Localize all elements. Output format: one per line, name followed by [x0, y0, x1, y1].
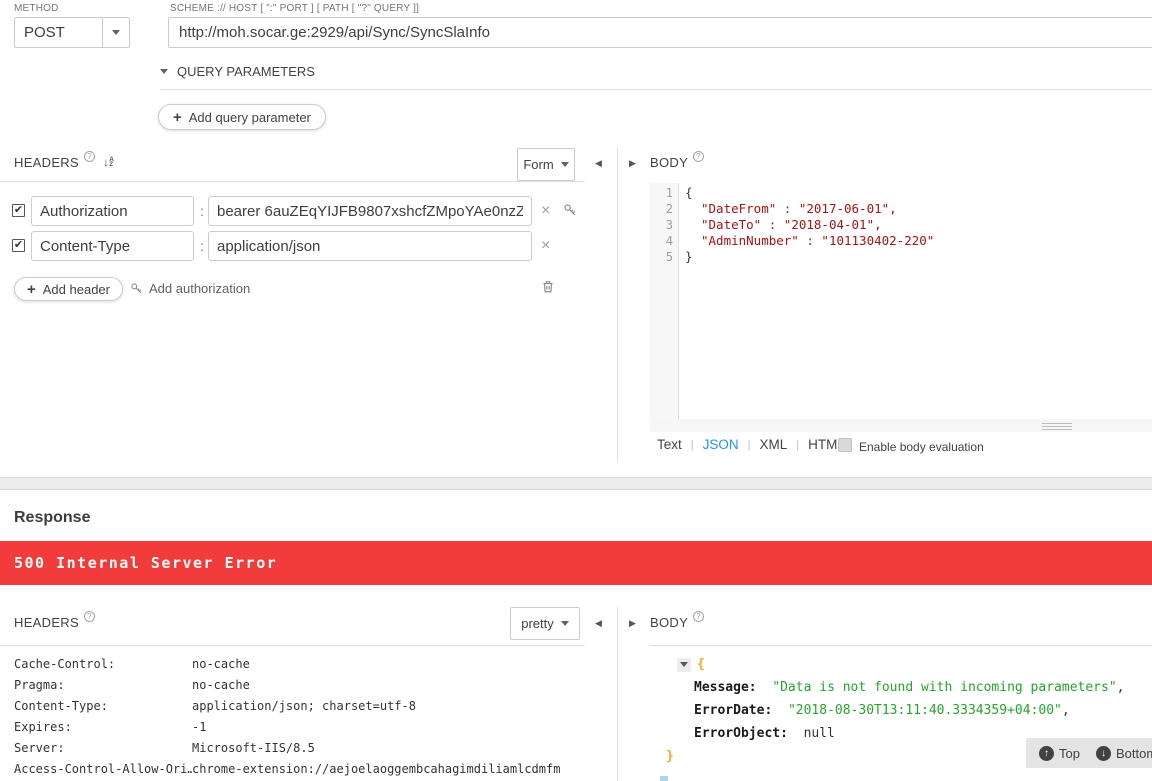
header-value-input[interactable]	[208, 231, 532, 261]
json-property-row: Message: "Data is not found with incomin…	[650, 676, 1124, 699]
response-header-row: Access-Control-Allow-Ori… chrome-extensi…	[14, 758, 560, 779]
response-view-mode-dropdown[interactable]: pretty	[510, 607, 580, 640]
query-section-divider	[160, 89, 1152, 90]
header-colon: :	[200, 203, 204, 219]
expand-right-panel-icon[interactable]: ▶	[629, 158, 636, 169]
headers-view-mode-value: Form	[523, 157, 553, 172]
url-scheme-label: SCHEME :// HOST [ ":" PORT ] [ PATH [ "?…	[170, 3, 419, 14]
collapse-left-panel-icon[interactable]: ◀	[595, 158, 602, 169]
query-parameters-toggle[interactable]: QUERY PARAMETERS	[160, 64, 315, 79]
tab-xml[interactable]: XML	[760, 437, 788, 452]
chevron-down-icon	[561, 621, 569, 626]
chevron-down-icon	[112, 30, 120, 35]
scroll-bottom-label: Bottom	[1116, 746, 1152, 761]
status-banner: 500 Internal Server Error	[0, 541, 1152, 585]
rest-client-screen: METHOD SCHEME :// HOST [ ":" PORT ] [ PA…	[0, 0, 1152, 781]
add-header-button[interactable]: + Add header	[14, 277, 123, 301]
expand-right-panel-icon[interactable]: ▶	[629, 618, 636, 629]
scroll-nav: ↑ Top ↓ Bottom	[1026, 738, 1152, 768]
headers-view-mode-dropdown[interactable]: Form	[517, 148, 575, 181]
query-parameters-label: QUERY PARAMETERS	[177, 64, 315, 79]
response-header-row: Server: Microsoft-IIS/8.5	[14, 737, 560, 758]
collapse-left-panel-icon[interactable]: ◀	[595, 618, 602, 629]
editor-resize-handle[interactable]	[1042, 423, 1072, 432]
response-headers-list: Cache-Control: no-cache Pragma: no-cache…	[14, 653, 560, 779]
json-collapse-toggle[interactable]	[677, 658, 691, 672]
json-open-row: {	[650, 653, 1124, 676]
response-view-mode-value: pretty	[521, 616, 554, 631]
plus-icon: +	[27, 281, 36, 298]
editor-code[interactable]: { "DateFrom" : "2017-06-01", "DateTo" : …	[679, 183, 1152, 419]
response-header-row: Expires: -1	[14, 716, 560, 737]
status-banner-text: 500 Internal Server Error	[14, 554, 277, 572]
editor-resize-strip	[650, 419, 1152, 432]
response-header-row: Content-Type: application/json; charset=…	[14, 695, 560, 716]
header-enabled-checkbox[interactable]: ✔	[12, 204, 25, 217]
method-dropdown-button[interactable]	[102, 18, 129, 47]
code-line: {	[685, 185, 1152, 201]
header-enabled-checkbox[interactable]: ✔	[12, 239, 25, 252]
code-line: }	[685, 249, 1152, 265]
panel-splitter[interactable]	[617, 148, 618, 462]
section-divider	[0, 477, 1152, 490]
tab-json[interactable]: JSON	[703, 437, 739, 452]
delete-all-headers-icon[interactable]	[541, 279, 555, 294]
chevron-down-icon	[160, 69, 168, 74]
code-line: "DateFrom" : "2017-06-01",	[685, 201, 1152, 217]
code-line: "DateTo" : "2018-04-01",	[685, 217, 1152, 233]
header-name-input[interactable]	[31, 231, 194, 261]
help-icon[interactable]: ?	[84, 151, 95, 162]
auth-key-icon[interactable]	[563, 203, 577, 217]
clipped-content-fragment	[660, 776, 668, 781]
scroll-top-button[interactable]: ↑ Top	[1039, 746, 1080, 761]
header-value-input[interactable]	[208, 196, 532, 226]
response-body-title: BODY ?	[650, 615, 704, 630]
response-headers-title: HEADERS ?	[14, 615, 95, 630]
method-value: POST	[15, 24, 102, 41]
headers-title-divider	[0, 181, 585, 182]
editor-line-numbers: 1 2 3 4 5	[650, 183, 679, 419]
add-authorization-label: Add authorization	[149, 281, 250, 296]
response-header-row: Cache-Control: no-cache	[14, 653, 560, 674]
request-body-editor[interactable]: 1 2 3 4 5 { "DateFrom" : "2017-06-01", "…	[650, 183, 1152, 419]
content-type-tabs: Text | JSON | XML | HTML	[657, 437, 845, 452]
tab-text[interactable]: Text	[657, 437, 682, 452]
json-property-row: ErrorDate: "2018-08-30T13:11:40.3334359+…	[650, 699, 1124, 722]
request-headers-title: HEADERS ? ↓AZ	[14, 155, 114, 170]
body-evaluation-label: Enable body evaluation	[859, 440, 984, 454]
request-body-title: BODY ?	[650, 155, 704, 170]
help-icon[interactable]: ?	[693, 151, 704, 162]
response-headers-divider	[0, 645, 585, 646]
sort-headers-icon[interactable]: ↓AZ	[103, 155, 114, 169]
help-icon[interactable]: ?	[84, 611, 95, 622]
method-select[interactable]: POST	[14, 17, 130, 48]
help-icon[interactable]: ?	[693, 611, 704, 622]
remove-header-icon[interactable]: ×	[541, 204, 550, 218]
header-name-input[interactable]	[31, 196, 194, 226]
add-authorization-button[interactable]: Add authorization	[130, 281, 250, 296]
code-line: "AdminNumber" : "101130402-220"	[685, 233, 1152, 249]
scroll-top-label: Top	[1059, 746, 1080, 761]
response-header-row: Pragma: no-cache	[14, 674, 560, 695]
method-label: METHOD	[14, 3, 59, 14]
add-header-label: Add header	[43, 282, 110, 297]
response-body-divider	[650, 645, 1152, 646]
plus-icon: +	[173, 109, 182, 126]
response-section-title: Response	[14, 509, 90, 527]
arrow-up-circle-icon: ↑	[1039, 746, 1054, 761]
add-query-parameter-button[interactable]: + Add query parameter	[158, 104, 326, 130]
scroll-bottom-button[interactable]: ↓ Bottom	[1096, 746, 1152, 761]
header-colon: :	[200, 238, 204, 254]
add-query-parameter-label: Add query parameter	[189, 110, 311, 125]
chevron-down-icon	[561, 162, 569, 167]
url-input[interactable]	[168, 17, 1152, 48]
arrow-down-circle-icon: ↓	[1096, 746, 1111, 761]
body-evaluation-checkbox[interactable]	[838, 438, 852, 452]
panel-splitter[interactable]	[617, 607, 618, 781]
remove-header-icon[interactable]: ×	[541, 239, 550, 253]
